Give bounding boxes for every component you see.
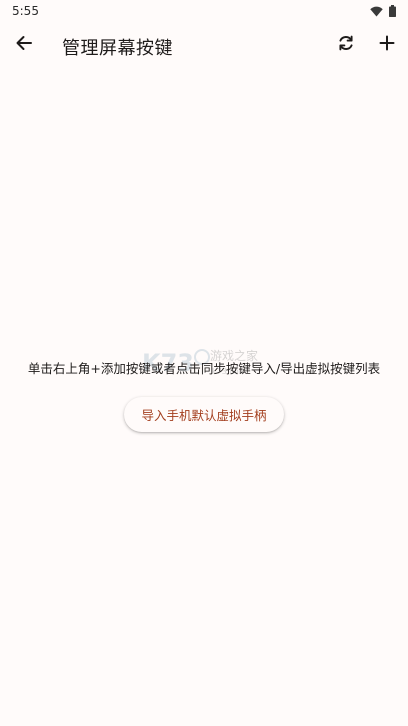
- page-title: 管理屏幕按键: [62, 38, 173, 59]
- sync-button[interactable]: [326, 25, 366, 65]
- arrow-left-icon: [15, 34, 33, 56]
- refresh-icon: [337, 34, 355, 56]
- status-bar: 5:55: [0, 0, 408, 22]
- add-icon: [379, 35, 395, 55]
- back-button[interactable]: [4, 25, 44, 65]
- app-bar: 管理屏幕按键: [0, 22, 408, 68]
- empty-state-hint: 单击右上角+添加按键或者点击同步按键导入/导出虚拟按键列表: [27, 361, 381, 376]
- battery-icon: [389, 2, 396, 21]
- add-button[interactable]: [367, 25, 407, 65]
- status-icons: [370, 2, 396, 21]
- wifi-icon: [370, 2, 383, 21]
- import-default-gamepad-button[interactable]: 导入手机默认虚拟手柄: [124, 397, 284, 432]
- screen: 5:55 管理屏幕按键 K73 游戏之家 k73.com 单击右上角+添加按键或…: [0, 0, 408, 726]
- status-time: 5:55: [12, 4, 39, 18]
